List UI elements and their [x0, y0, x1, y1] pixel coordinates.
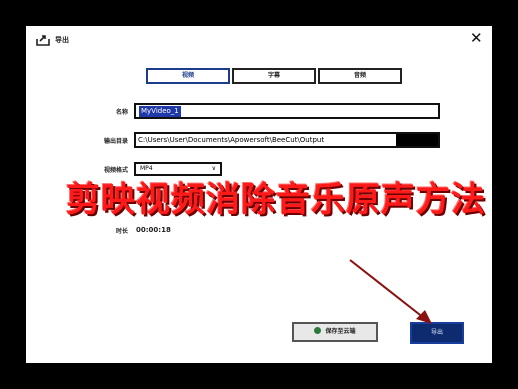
output-dir-value: C:\Users\User\Documents\Apowersoft\BeeCu… [138, 136, 325, 144]
close-icon[interactable]: ✕ [470, 30, 483, 46]
save-to-cloud-button[interactable]: 保存至云端 [292, 322, 378, 342]
duration-value: 00:00:18 [136, 226, 171, 234]
format-value: MP4 [140, 165, 153, 172]
output-dir-field[interactable]: C:\Users\User\Documents\Apowersoft\BeeCu… [134, 132, 440, 148]
name-value: MyVideo_1 [139, 106, 181, 117]
tab-audio[interactable]: 音频 [318, 68, 402, 84]
name-field[interactable]: MyVideo_1 [134, 103, 440, 119]
cloud-icon [314, 327, 322, 334]
duration-label: 时长 [115, 228, 128, 235]
output-dir-label: 输出目录 [103, 138, 128, 145]
tab-subtitle[interactable]: 字幕 [232, 68, 316, 84]
export-icon [36, 35, 50, 46]
name-label: 名称 [115, 109, 128, 116]
tab-video[interactable]: 视频 [146, 68, 230, 84]
save-to-cloud-label: 保存至云端 [325, 328, 356, 335]
export-button[interactable]: 导出 [410, 322, 464, 344]
browse-button[interactable] [396, 134, 438, 146]
dialog-title: 导出 [55, 36, 69, 44]
overlay-caption: 剪映视频消除音乐原声方法 [66, 180, 486, 220]
